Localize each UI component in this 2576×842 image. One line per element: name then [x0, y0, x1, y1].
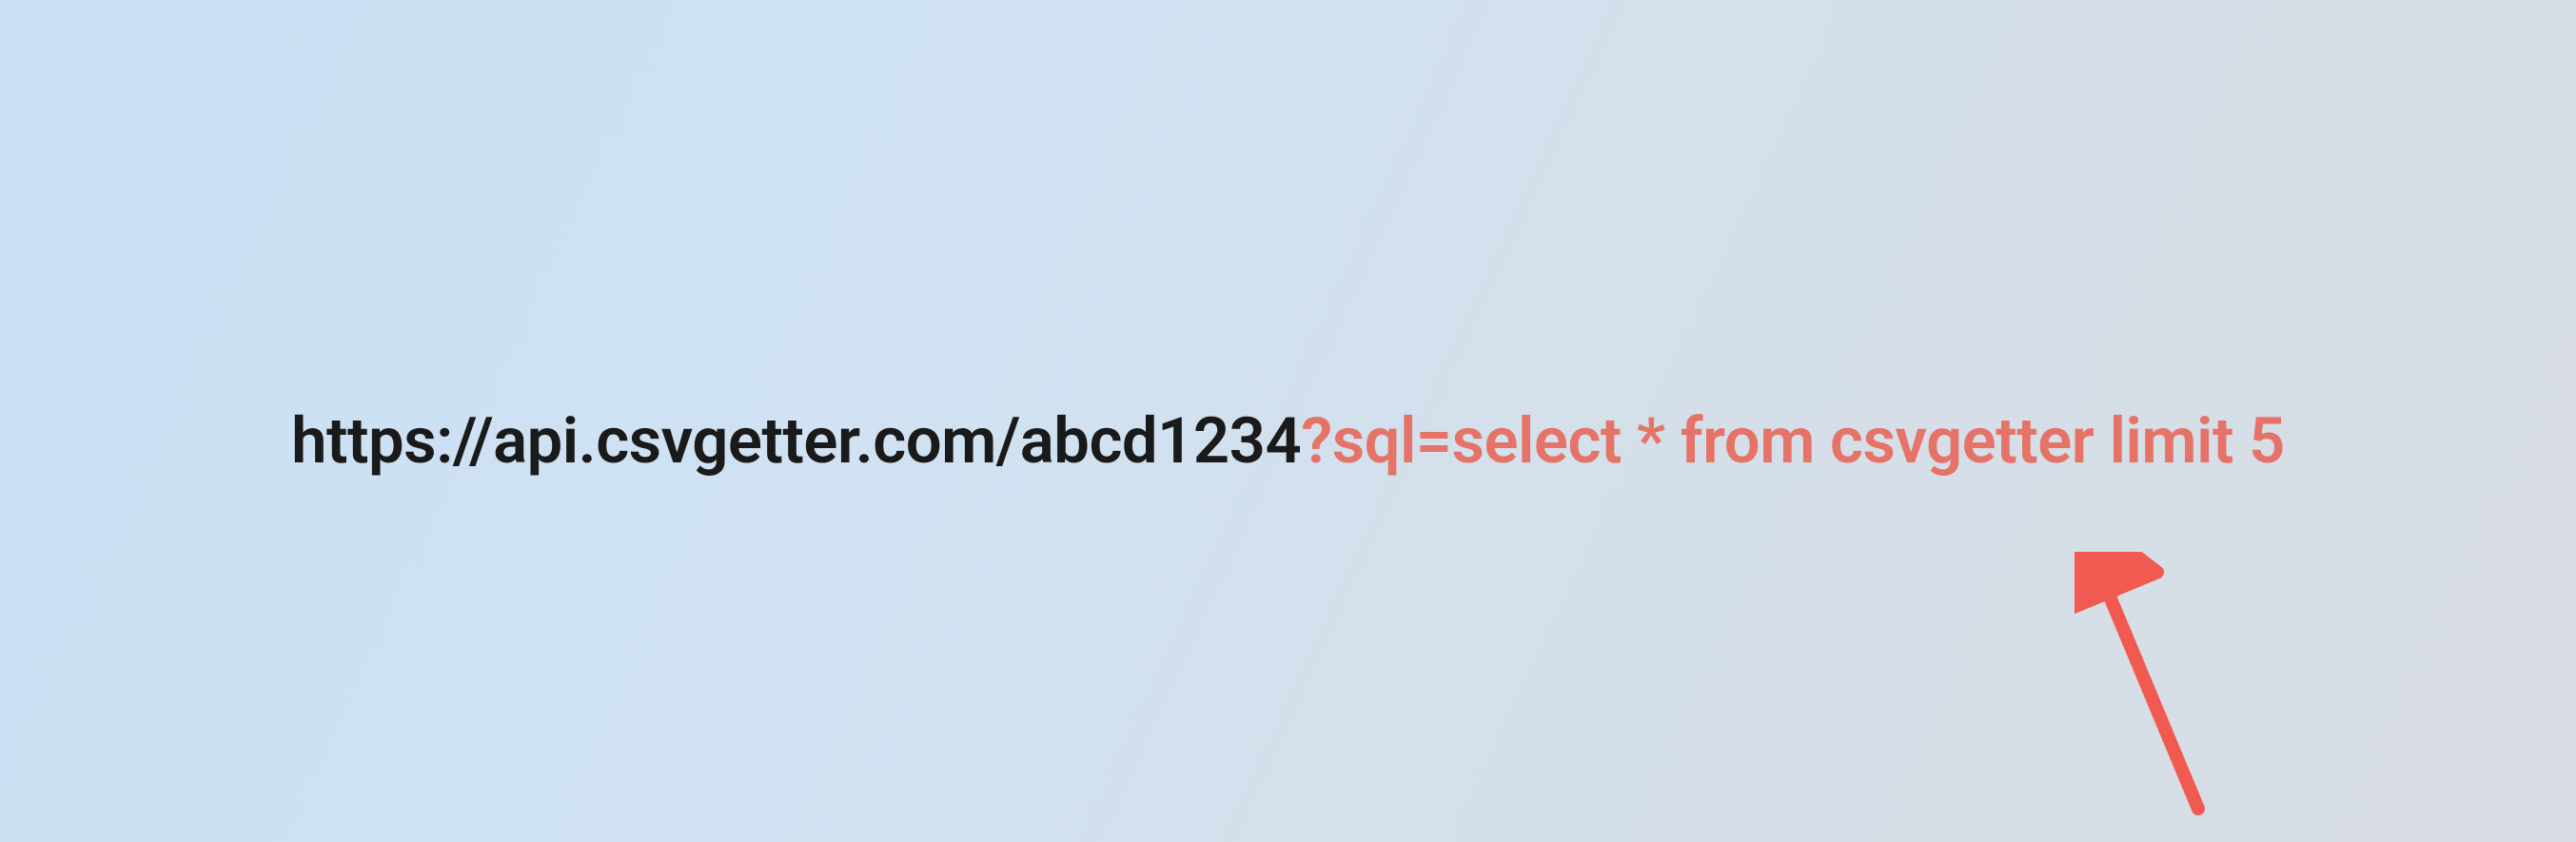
arrow-annotation-icon	[2075, 552, 2265, 837]
url-display: https://api.csvgetter.com/abcd1234?sql=s…	[291, 404, 2285, 479]
url-base-text: https://api.csvgetter.com/abcd1234	[291, 404, 1301, 479]
url-query-text: ?sql=select * from csvgetter limit 5	[1301, 404, 2285, 479]
